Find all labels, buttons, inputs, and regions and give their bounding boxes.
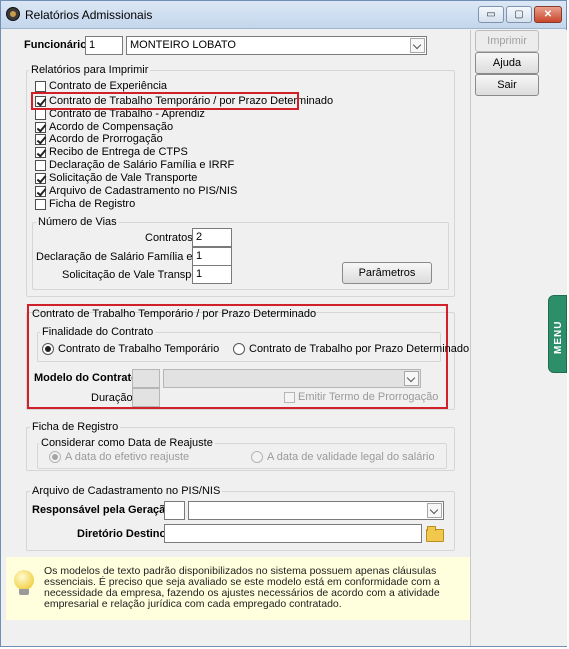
checkbox-box[interactable]: [35, 186, 46, 197]
info-bar: Os modelos de texto padrão disponibiliza…: [6, 557, 470, 620]
imprimir-button[interactable]: Imprimir: [475, 30, 539, 52]
duracao-label: Duração: [91, 392, 133, 404]
finalidade-group-title: Finalidade do Contrato: [40, 326, 156, 338]
checkbox-label: Declaração de Salário Família e IRRF: [49, 159, 235, 171]
checkbox-label: Recibo de Entrega de CTPS: [49, 146, 188, 158]
lightbulb-icon: [14, 570, 34, 590]
checkbox-box[interactable]: [35, 173, 46, 184]
checkbox-box[interactable]: [35, 160, 46, 171]
menu-tab-label: MENU: [553, 320, 564, 354]
funcionario-name-value: MONTEIRO LOBATO: [130, 39, 236, 51]
radio-dot[interactable]: [42, 343, 54, 355]
window-title: Relatórios Admissionais: [25, 8, 153, 22]
responsavel-label: Responsável pela Geração: [32, 504, 173, 516]
chevron-down-icon[interactable]: [404, 371, 419, 386]
chevron-down-icon[interactable]: [410, 38, 425, 53]
checkbox-box[interactable]: [35, 81, 46, 92]
diretorio-input[interactable]: [164, 524, 422, 543]
checkbox-box[interactable]: [35, 199, 46, 210]
reajuste-group-title: Considerar como Data de Reajuste: [39, 437, 215, 449]
funcionario-name-combo[interactable]: MONTEIRO LOBATO: [126, 36, 427, 55]
responsavel-combo[interactable]: [188, 501, 444, 520]
checkbox-label: Emitir Termo de Prorrogação: [298, 391, 439, 403]
close-icon: ✕: [543, 9, 553, 20]
highlight-contrato-temporario: [31, 92, 299, 110]
modelo-code-input[interactable]: [132, 369, 160, 388]
menu-side-tab[interactable]: MENU: [548, 295, 567, 373]
diretorio-label: Diretório Destino: [77, 528, 167, 540]
maximize-icon: ▢: [514, 9, 524, 20]
vias-group-title: Número de Vias: [36, 216, 119, 228]
checkbox-box[interactable]: [284, 392, 295, 403]
checkbox-label: Contrato de Experiência: [49, 80, 168, 92]
checkbox-box[interactable]: [35, 147, 46, 158]
chevron-down-icon[interactable]: [427, 503, 442, 518]
minimize-button[interactable]: ▭: [478, 6, 504, 23]
vias-solicitacao-label: Solicitação de Vale Transporte: [62, 269, 211, 281]
relatorios-group-title: Relatórios para Imprimir: [29, 64, 151, 76]
vias-declaracao-input[interactable]: 1: [192, 247, 232, 266]
radio-dot[interactable]: [233, 343, 245, 355]
funcionario-code-input[interactable]: 1: [85, 36, 123, 55]
contrato-temp-group-title: Contrato de Trabalho Temporário / por Pr…: [32, 308, 317, 320]
app-logo-icon: [6, 7, 20, 21]
main-panel: Funcionário 1 MONTEIRO LOBATO Relatórios…: [6, 30, 471, 646]
checkbox-label: Acordo de Compensação: [49, 121, 174, 133]
maximize-button[interactable]: ▢: [506, 6, 532, 23]
checkbox-box[interactable]: [35, 109, 46, 120]
info-text: Os modelos de texto padrão disponibiliza…: [44, 565, 440, 610]
imprimir-label: Imprimir: [487, 35, 527, 47]
duracao-input[interactable]: [132, 388, 160, 407]
sair-button[interactable]: Sair: [475, 74, 539, 96]
responsavel-code-input[interactable]: [164, 501, 185, 520]
vias-contratos-label: Contratos: [145, 232, 193, 244]
minimize-icon: ▭: [486, 9, 496, 20]
close-button[interactable]: ✕: [534, 6, 562, 23]
radio-label: Contrato de Trabalho Temporário: [58, 343, 220, 355]
radio-dot[interactable]: [49, 451, 61, 463]
radio-label: A data de validade legal do salário: [267, 451, 435, 463]
checkbox-label: Acordo de Prorrogação: [49, 133, 163, 145]
title-bar[interactable]: Relatórios Admissionais ▭ ▢ ✕: [1, 1, 566, 29]
vias-contratos-input[interactable]: 2: [192, 228, 232, 247]
radio-label: A data do efetivo reajuste: [65, 451, 190, 463]
checkbox-box[interactable]: [35, 122, 46, 133]
report-window: Relatórios Admissionais ▭ ▢ ✕ Funcionári…: [0, 0, 567, 647]
ficha-group-title: Ficha de Registro: [30, 421, 121, 433]
radio-dot[interactable]: [251, 451, 263, 463]
checkbox-label: Ficha de Registro: [49, 198, 136, 210]
radio-label: Contrato de Trabalho por Prazo Determina…: [249, 343, 470, 355]
modelo-contrato-label: Modelo do Contrato: [34, 372, 138, 384]
ajuda-button[interactable]: Ajuda: [475, 52, 539, 74]
parametros-button[interactable]: Parâmetros: [342, 262, 432, 284]
checkbox-box[interactable]: [35, 134, 46, 145]
checkbox-label: Arquivo de Cadastramento no PIS/NIS: [49, 185, 238, 197]
vias-solicitacao-input[interactable]: 1: [192, 265, 232, 284]
modelo-combo[interactable]: [163, 369, 421, 388]
checkbox-label: Solicitação de Vale Transporte: [49, 172, 198, 184]
lightbulb-base: [19, 589, 29, 595]
funcionario-label: Funcionário: [24, 39, 87, 51]
folder-icon[interactable]: [426, 526, 444, 542]
pis-group-title: Arquivo de Cadastramento no PIS/NIS: [30, 485, 223, 497]
